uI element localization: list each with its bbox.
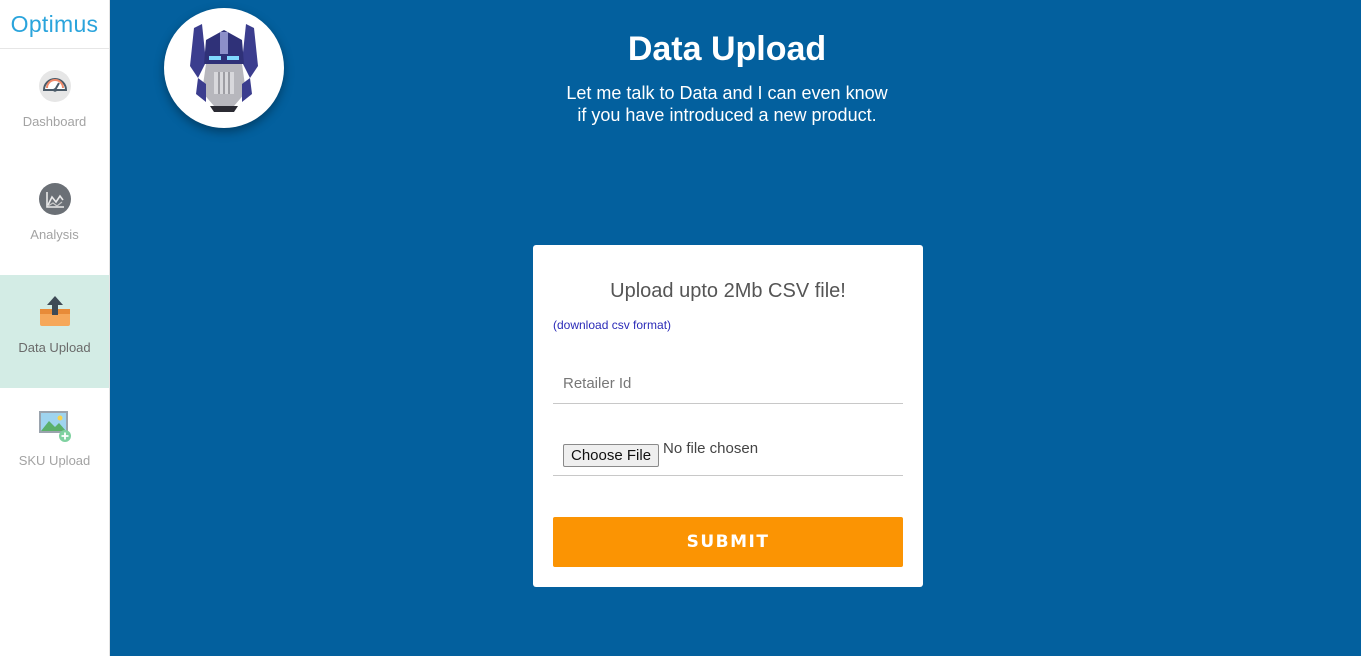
image-add-icon <box>38 411 71 442</box>
download-csv-format-link[interactable]: (download csv format) <box>553 318 671 332</box>
file-status-text: No file chosen <box>663 440 759 457</box>
page-title: Data Upload <box>627 30 827 68</box>
file-input: Choose File No file chosen <box>553 435 903 476</box>
robot-head-icon <box>190 24 258 112</box>
gauge-icon <box>38 70 71 102</box>
subtitle-line: Let me talk to Data and I can even know <box>566 83 888 103</box>
sidebar: Optimus Dashboard Analysis Data Upload S… <box>0 0 110 656</box>
brand-logo[interactable]: Optimus <box>0 0 109 49</box>
sidebar-item-label: Analysis <box>30 227 79 242</box>
avatar <box>164 8 284 128</box>
sidebar-item-dashboard[interactable]: Dashboard <box>0 49 109 162</box>
submit-button[interactable]: SUBMIT <box>553 517 903 567</box>
upload-icon <box>39 296 70 326</box>
upload-card: Upload upto 2Mb CSV file! (download csv … <box>533 245 923 587</box>
sidebar-item-label: Dashboard <box>22 114 87 129</box>
choose-file-button[interactable]: Choose File <box>563 444 660 467</box>
sidebar-item-analysis[interactable]: Analysis <box>0 162 109 275</box>
sidebar-item-sku-upload[interactable]: SKU Upload <box>0 388 109 501</box>
chart-icon <box>38 183 71 215</box>
retailer-id-input[interactable] <box>553 364 903 404</box>
sidebar-item-label: SKU Upload <box>18 453 91 468</box>
sidebar-item-label: Data Upload <box>18 340 91 355</box>
subtitle-line: if you have introduced a new product. <box>577 105 877 125</box>
sidebar-item-data-upload[interactable]: Data Upload <box>0 275 109 388</box>
page-subtitle: Let me talk to Data and I can even know … <box>527 82 927 126</box>
upload-card-heading: Upload upto 2Mb CSV file! <box>610 280 846 302</box>
